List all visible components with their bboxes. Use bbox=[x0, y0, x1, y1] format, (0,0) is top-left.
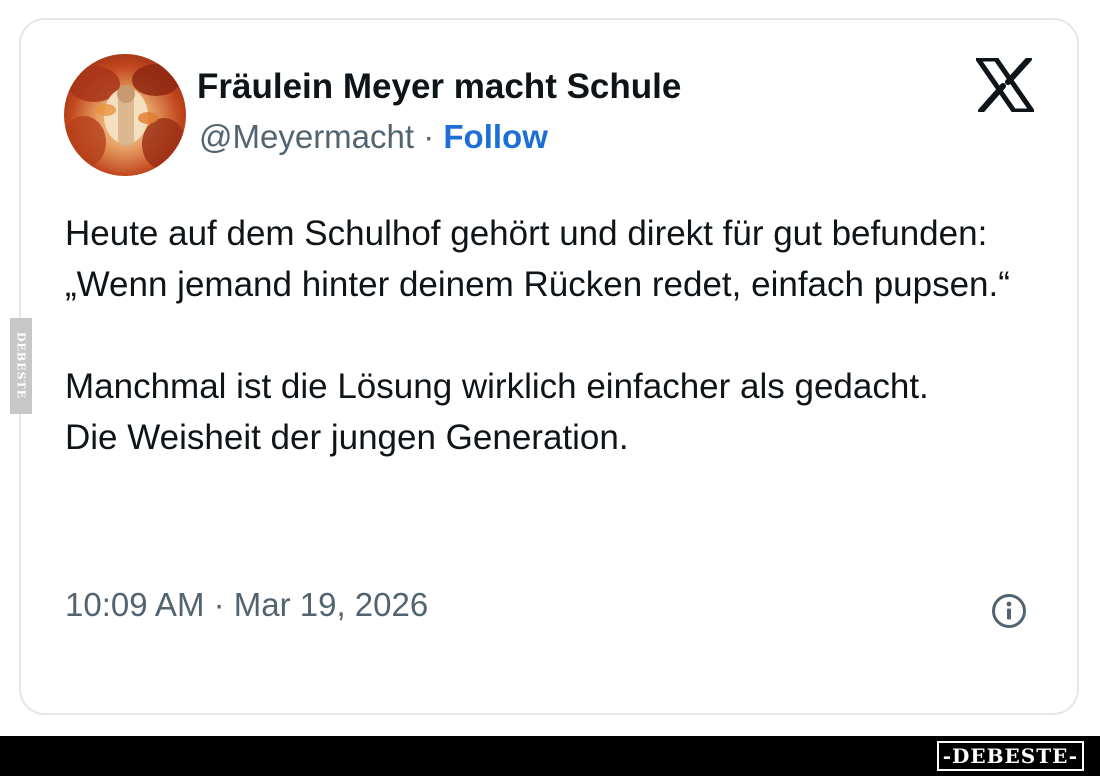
tweet-text-line: Die Weisheit der jungen Generation. bbox=[65, 418, 629, 457]
bottom-watermark-bar: -DEBESTE- bbox=[0, 736, 1100, 776]
handle-separator: · bbox=[414, 118, 444, 155]
x-logo-icon[interactable] bbox=[976, 58, 1034, 112]
avatar[interactable] bbox=[64, 54, 186, 176]
avatar-image bbox=[64, 64, 186, 170]
info-icon[interactable] bbox=[990, 592, 1028, 630]
tweet-timestamp[interactable]: 10:09 AM · Mar 19, 2026 bbox=[65, 586, 428, 624]
side-watermark: DEBESTE bbox=[10, 318, 32, 414]
author-handle[interactable]: @Meyermacht bbox=[199, 118, 414, 155]
bottom-watermark: -DEBESTE- bbox=[936, 741, 1084, 771]
follow-button[interactable]: Follow bbox=[443, 118, 547, 155]
author-name[interactable]: Fräulein Meyer macht Schule bbox=[197, 67, 681, 107]
tweet-text: Heute auf dem Schulhof gehört und direkt… bbox=[65, 208, 1045, 463]
tweet-text-line: Manchmal ist die Lösung wirklich einfach… bbox=[65, 367, 929, 406]
tweet-card: Fräulein Meyer macht Schule @Meyermacht … bbox=[19, 18, 1079, 715]
tweet-text-line: Heute auf dem Schulhof gehört und direkt… bbox=[65, 214, 988, 253]
tweet-text-line: „Wenn jemand hinter deinem Rücken redet,… bbox=[65, 265, 1010, 304]
author-handle-row: @Meyermacht · Follow bbox=[199, 118, 548, 156]
